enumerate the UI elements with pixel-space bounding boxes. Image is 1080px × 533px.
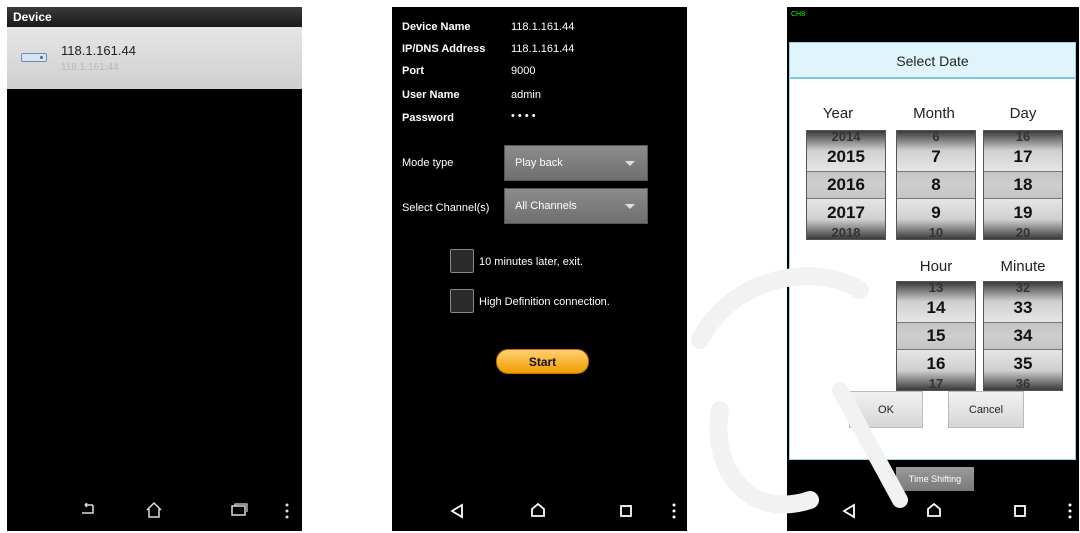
camera-icon (21, 53, 47, 62)
day-label: Day (1009, 105, 1037, 122)
ip-value: 118.1.161.44 (511, 43, 575, 55)
start-button[interactable]: Start (496, 349, 589, 374)
channel-value: All Channels (515, 200, 577, 212)
device-list-screen: Device 118.1.161.44 118.1.161.44 (7, 7, 302, 531)
wheel-item: 2017 (827, 203, 865, 222)
time-shifting-button[interactable]: Time Shifting (896, 467, 974, 491)
mode-type-dropdown[interactable]: Play back (504, 145, 648, 181)
device-name: 118.1.161.44 (61, 43, 136, 58)
dialog-title: Select Date (790, 43, 1075, 79)
back-icon[interactable] (450, 503, 464, 519)
menu-icon[interactable] (284, 503, 290, 519)
day-wheel[interactable]: 16 17 18 19 20 (983, 130, 1063, 240)
wheel-item-selected: 15 (926, 326, 946, 345)
cancel-button[interactable]: Cancel (948, 391, 1024, 428)
wheel-item: 6 (932, 130, 940, 144)
wheel-item: 33 (1013, 298, 1033, 317)
password-label: Password (402, 112, 454, 124)
back-icon[interactable] (79, 503, 97, 517)
wheel-item: 2015 (827, 147, 865, 166)
device-name-label: Device Name (402, 21, 471, 33)
device-list-item[interactable]: 118.1.161.44 118.1.161.44 (7, 27, 302, 89)
wheel-item: 36 (1015, 376, 1031, 391)
chevron-down-icon (625, 204, 635, 209)
navigation-bar (787, 491, 1079, 531)
chevron-down-icon (625, 161, 635, 166)
wheel-item-selected: 34 (1013, 326, 1033, 345)
home-icon[interactable] (926, 502, 942, 518)
wheel-item-selected: 8 (931, 175, 941, 194)
device-settings-screen: Device Name 118.1.161.44 IP/DNS Address … (392, 7, 687, 531)
minute-wheel[interactable]: 32 33 34 35 36 (983, 281, 1063, 391)
port-value: 9000 (511, 65, 536, 77)
channel-dropdown[interactable]: All Channels (504, 188, 648, 224)
mode-type-label: Mode type (402, 157, 454, 169)
wheel-item: 19 (1013, 203, 1033, 222)
hd-connection-checkbox[interactable] (450, 289, 474, 313)
ip-label: IP/DNS Address (402, 43, 486, 55)
exit-timer-checkbox[interactable] (450, 249, 474, 273)
navigation-bar (392, 491, 687, 531)
recents-icon[interactable] (1013, 504, 1027, 518)
wheel-item: 17 (928, 376, 944, 391)
title-bar: Device (7, 7, 302, 27)
wheel-item-selected: 2016 (827, 175, 865, 194)
menu-icon[interactable] (1067, 503, 1073, 519)
home-icon[interactable] (530, 502, 546, 518)
wheel-item-selected: 18 (1013, 175, 1033, 194)
page-title: Device (13, 10, 52, 24)
wheel-item: 20 (1015, 225, 1031, 240)
port-label: Port (402, 65, 424, 77)
user-name-label: User Name (402, 89, 460, 101)
hd-connection-label: High Definition connection. (479, 296, 610, 308)
wheel-item: 14 (926, 298, 946, 317)
navigation-bar (7, 491, 302, 531)
ok-button[interactable]: OK (849, 391, 923, 428)
select-channel-label: Select Channel(s) (402, 202, 490, 214)
wheel-item: 9 (931, 203, 941, 222)
wheel-item: 16 (926, 354, 946, 373)
month-label: Month (913, 105, 955, 122)
minute-label: Minute (1000, 258, 1046, 275)
user-name-value: admin (511, 89, 541, 101)
menu-icon[interactable] (671, 503, 677, 519)
back-icon[interactable] (842, 503, 856, 519)
month-wheel[interactable]: 6 7 8 9 10 (896, 130, 976, 240)
mode-type-value: Play back (515, 157, 563, 169)
hour-label: Hour (919, 258, 953, 275)
wheel-item: 10 (928, 225, 944, 240)
hour-wheel[interactable]: 13 14 15 16 17 (896, 281, 976, 391)
status-text: CH8 (791, 11, 806, 18)
year-label: Year (822, 105, 854, 122)
year-wheel[interactable]: 2014 2015 2016 2017 2018 (806, 130, 886, 240)
password-value: • • • • (511, 110, 536, 122)
home-icon[interactable] (145, 501, 163, 519)
date-picker-screen: CH8 Select Date Year Month Day 2014 2015… (787, 7, 1079, 531)
wheel-item: 13 (928, 281, 944, 295)
exit-timer-label: 10 minutes later, exit. (479, 256, 583, 268)
wheel-item: 35 (1013, 354, 1033, 373)
recents-icon[interactable] (619, 504, 633, 518)
wheel-item: 32 (1015, 281, 1031, 295)
wheel-item: 2014 (831, 130, 861, 144)
device-name-value: 118.1.161.44 (511, 21, 575, 33)
wheel-item: 16 (1015, 130, 1031, 144)
wheel-item: 2018 (831, 225, 861, 240)
wheel-item: 17 (1013, 147, 1033, 166)
wheel-item: 7 (931, 147, 941, 166)
select-date-dialog: Select Date Year Month Day 2014 2015 201… (789, 42, 1076, 460)
recents-icon[interactable] (230, 503, 248, 517)
device-address: 118.1.161.44 (61, 62, 119, 73)
